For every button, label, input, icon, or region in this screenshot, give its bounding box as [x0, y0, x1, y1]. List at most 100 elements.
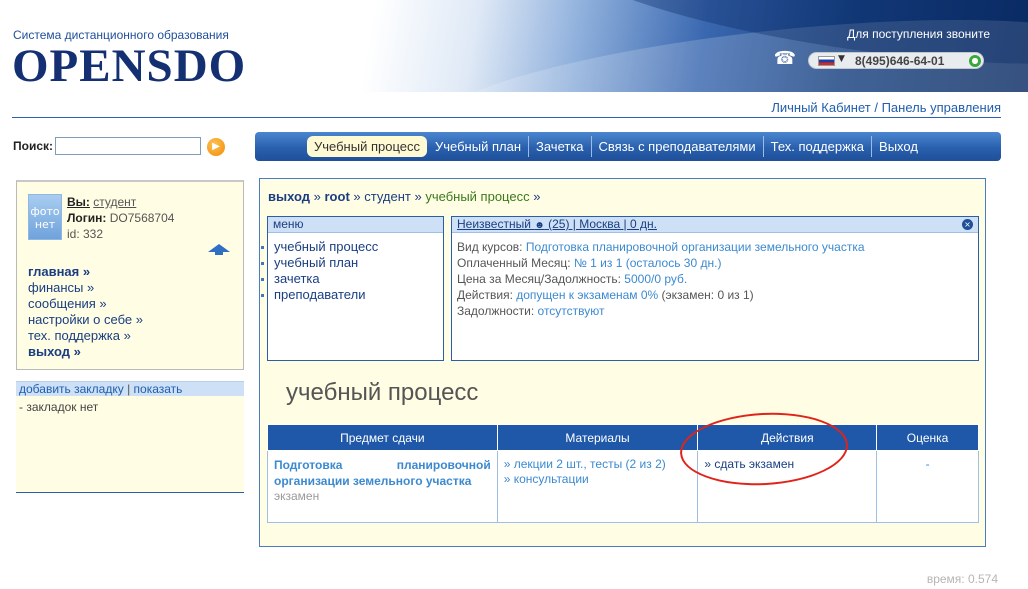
role-label: Вы:	[67, 195, 90, 209]
login-line: Логин: DO7568704	[67, 211, 174, 225]
breadcrumb-student[interactable]: студент	[364, 189, 411, 204]
bookmarks-separator: |	[123, 382, 134, 396]
menu-item-study-plan[interactable]: учебный план	[261, 255, 443, 271]
info-actions-label: Действия:	[457, 288, 517, 302]
login-value: DO7568704	[109, 211, 175, 225]
materials-lectures-link[interactable]: » лекции 2 шт., тесты (2 из 2)	[504, 457, 692, 472]
grade-cell: -	[876, 450, 979, 523]
page-timing: время: 0.574	[926, 572, 998, 586]
phone-widget[interactable]: ▼ 8(495)646-64-01 ●	[808, 52, 984, 69]
student-info-title[interactable]: Неизвестный ☻ (25) | Москва | 0 дн.	[452, 217, 978, 233]
user-menu-exit[interactable]: выход »	[28, 344, 143, 360]
materials-consultations-link[interactable]: » консультации	[504, 472, 692, 487]
user-menu-messages[interactable]: сообщения »	[28, 296, 143, 312]
student-info-box: Неизвестный ☻ (25) | Москва | 0 дн. × Ви…	[451, 216, 979, 361]
cabinet-link[interactable]: Личный Кабинет / Панель управления	[771, 100, 1001, 115]
menu-box: меню учебный процесс учебный план зачетк…	[261, 216, 444, 361]
user-id: id: 332	[67, 227, 104, 241]
search-go-button[interactable]: ▶	[207, 138, 225, 156]
take-exam-link[interactable]: » сдать экзамен	[704, 457, 794, 471]
breadcrumb-tail: »	[529, 189, 541, 204]
nav-item-study-process[interactable]: Учебный процесс	[307, 136, 427, 157]
nav-item-contact-teachers[interactable]: Связь с преподавателями	[592, 136, 764, 157]
info-course-value[interactable]: Подготовка планировочной организации зем…	[526, 240, 865, 254]
page-title: учебный процесс	[286, 379, 479, 406]
user-menu-settings[interactable]: настройки о себе »	[28, 312, 143, 328]
close-icon[interactable]: ×	[962, 219, 973, 230]
role-value[interactable]: студент	[93, 195, 136, 209]
breadcrumb-sep: »	[410, 189, 426, 204]
nav-item-study-plan[interactable]: Учебный план	[428, 136, 529, 157]
call-caption: Для поступления звоните	[847, 27, 990, 41]
bookmarks-box: добавить закладку | показать - закладок …	[16, 381, 244, 493]
call-icon[interactable]: ●	[969, 55, 981, 67]
nav-item-record-book[interactable]: Зачетка	[529, 136, 592, 157]
subject-cell: Подготовка планировочной организации зем…	[267, 450, 498, 523]
breadcrumb: выход » root » студент » учебный процесс…	[268, 189, 540, 204]
student-name[interactable]: Неизвестный	[457, 217, 534, 231]
main-panel: выход » root » студент » учебный процесс…	[259, 178, 986, 547]
col-subject: Предмет сдачи	[267, 424, 498, 451]
user-menu-finance[interactable]: финансы »	[28, 280, 143, 296]
student-info-lines: Вид курсов: Подготовка планировочной орг…	[452, 233, 978, 325]
up-arrow-icon[interactable]	[208, 244, 230, 255]
user-menu: главная » финансы » сообщения » настройк…	[28, 264, 143, 360]
chevron-down-icon[interactable]: ▼	[838, 54, 845, 64]
materials-cell: » лекции 2 шт., тесты (2 из 2) » консуль…	[496, 450, 699, 523]
info-debt-value[interactable]: отсутствуют	[538, 304, 605, 318]
phone-icon: ☎	[773, 48, 797, 69]
avatar: фото нет	[28, 194, 62, 240]
info-month-value[interactable]: № 1 из 1 (осталось 30 дн.)	[574, 256, 722, 270]
info-actions-value[interactable]: допущен к экзаменам 0%	[516, 288, 658, 302]
user-menu-home[interactable]: главная »	[28, 264, 143, 280]
table-row: Подготовка планировочной организации зем…	[267, 450, 979, 523]
logo[interactable]: OPENSDO	[12, 40, 246, 92]
col-materials: Материалы	[496, 424, 699, 451]
search-input[interactable]	[55, 137, 201, 155]
bookmarks-empty-text: - закладок нет	[19, 400, 99, 414]
menu-list: учебный процесс учебный план зачетка пре…	[261, 239, 443, 303]
col-grade: Оценка	[876, 424, 979, 451]
show-bookmarks-link[interactable]: показать	[134, 382, 183, 396]
menu-item-teachers[interactable]: преподаватели	[261, 287, 443, 303]
phone-number: 8(495)646-64-01	[855, 54, 945, 68]
site-header: Система дистанционного образования OPENS…	[0, 0, 1028, 92]
add-bookmark-link[interactable]: добавить закладку	[19, 382, 124, 396]
col-actions: Действия	[697, 424, 878, 451]
breadcrumb-current: учебный процесс	[425, 189, 530, 204]
role-line: Вы: студент	[67, 195, 136, 209]
info-month-label: Оплаченный Месяц:	[457, 256, 574, 270]
breadcrumb-root[interactable]: root	[325, 189, 350, 204]
info-month: Оплаченный Месяц: № 1 из 1 (осталось 30 …	[457, 255, 973, 271]
profile-box: фото нет Вы: студент Логин: DO7568704 id…	[16, 180, 244, 370]
subject-name[interactable]: Подготовка планировочной организации зем…	[274, 457, 491, 489]
menu-box-title: меню	[268, 217, 443, 233]
breadcrumb-sep: »	[310, 189, 325, 204]
info-course: Вид курсов: Подготовка планировочной орг…	[457, 239, 973, 255]
breadcrumb-sep: »	[349, 189, 365, 204]
info-course-label: Вид курсов:	[457, 240, 526, 254]
info-debt-label: Задолжности:	[457, 304, 538, 318]
russia-flag-icon[interactable]	[818, 56, 835, 66]
info-price: Цена за Месяц/Задолжность: 5000/0 руб.	[457, 271, 973, 287]
info-actions: Действия: допущен к экзаменам 0% (экзаме…	[457, 287, 973, 303]
menu-item-record-book[interactable]: зачетка	[261, 271, 443, 287]
main-nav: Учебный процесс Учебный план Зачетка Свя…	[255, 132, 1001, 161]
info-price-value[interactable]: 5000/0 руб.	[624, 272, 687, 286]
student-meta[interactable]: (25) | Москва | 0 дн.	[545, 217, 657, 231]
info-actions-suffix: (экзамен: 0 из 1)	[658, 288, 754, 302]
subject-type: экзамен	[274, 489, 320, 503]
user-avatar-icon: ☻	[534, 220, 545, 231]
table-header-row: Предмет сдачи Материалы Действия Оценка	[267, 424, 979, 451]
nav-item-support[interactable]: Тех. поддержка	[764, 136, 873, 157]
bookmarks-bar: добавить закладку | показать	[16, 381, 244, 396]
subjects-table: Предмет сдачи Материалы Действия Оценка …	[267, 424, 979, 523]
info-debt: Задолжности: отсутствуют	[457, 303, 973, 319]
breadcrumb-exit[interactable]: выход	[268, 189, 310, 204]
info-price-label: Цена за Месяц/Задолжность:	[457, 272, 625, 286]
header-divider	[12, 117, 1001, 118]
menu-item-study-process[interactable]: учебный процесс	[261, 239, 443, 255]
user-menu-support[interactable]: тех. поддержка »	[28, 328, 143, 344]
actions-cell: » сдать экзамен	[697, 450, 878, 523]
nav-item-exit[interactable]: Выход	[872, 136, 925, 157]
